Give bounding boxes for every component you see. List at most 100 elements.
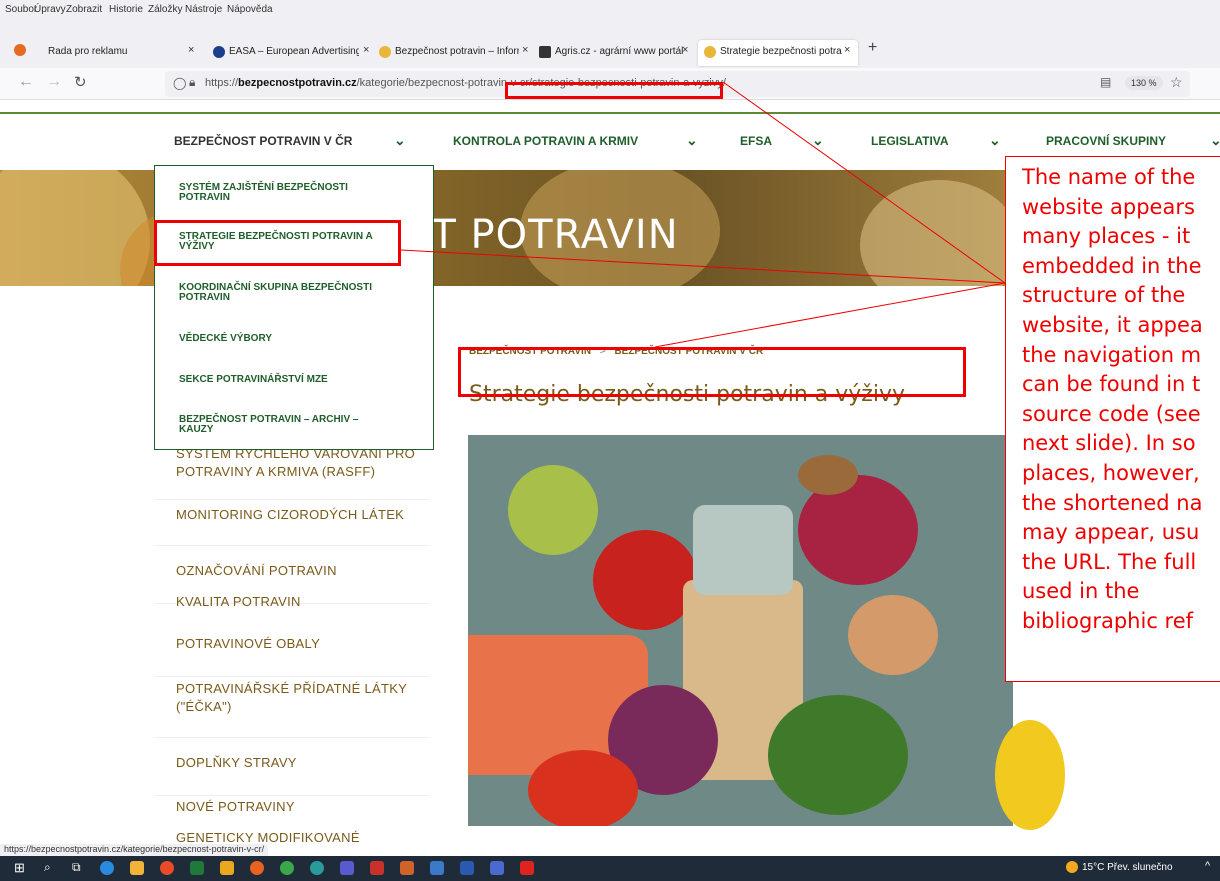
- nav-efsa[interactable]: EFSA: [740, 134, 772, 148]
- sidebar-item-nove-potraviny[interactable]: NOVÉ POTRAVINY: [154, 798, 430, 826]
- chrome-icon[interactable]: [280, 861, 294, 875]
- main-content: BEZPEČNOST POTRAVIN > BEZPEČNOST POTRAVI…: [453, 322, 1013, 826]
- dropdown-item-sekce-potravinarstvi[interactable]: SEKCE POTRAVINÁŘSTVÍ MZE: [155, 375, 433, 385]
- lemon-shape: [995, 720, 1065, 830]
- firefox-icon[interactable]: [14, 44, 26, 56]
- menu-nastroje[interactable]: Nástroje: [185, 4, 222, 15]
- chevron-down-icon[interactable]: ⌄: [812, 132, 824, 149]
- annotation-box-menu-item: [154, 220, 401, 266]
- dropdown-item-system-zajisteni[interactable]: SYSTÉM ZAJIŠTĚNÍ BEZPEČNOSTI POTRAVIN: [155, 183, 433, 203]
- close-icon[interactable]: ×: [363, 44, 369, 56]
- chevron-down-icon[interactable]: ⌄: [394, 132, 406, 149]
- windows-taskbar: ⊞ ⌕ ⧉ 15°C Přev. slunečno ^: [0, 856, 1220, 881]
- chevron-down-icon[interactable]: ⌄: [1210, 132, 1220, 149]
- callout-line: many places - it: [1022, 224, 1191, 249]
- callout-line: can be found in t: [1022, 372, 1201, 397]
- search-icon[interactable]: ⌕: [44, 860, 51, 875]
- dropdown-item-vedecke-vybory[interactable]: VĚDECKÉ VÝBORY: [155, 334, 433, 344]
- dropdown-item-archiv-kauzy[interactable]: BEZPEČNOST POTRAVIN – ARCHIV – KAUZY: [155, 415, 433, 435]
- reload-icon[interactable]: ↻: [74, 73, 87, 91]
- windows-start-icon[interactable]: ⊞: [14, 860, 25, 876]
- tab-strategie-active[interactable]: Strategie bezpečnosti potravin a ×: [698, 40, 858, 66]
- dropdown-item-label: VĚDECKÉ VÝBORY: [179, 333, 272, 344]
- callout-line: places, however,: [1022, 460, 1200, 485]
- sidebar-item-geneticky-modifikovane[interactable]: GENETICKY MODIFIKOVANÉ: [154, 829, 430, 845]
- nav-bezpecnost-potravin-v-cr[interactable]: BEZPEČNOST POTRAVIN V ČR: [174, 134, 352, 148]
- teams-icon[interactable]: [340, 861, 354, 875]
- dropdown-item-label: POTRAVIN: [179, 192, 230, 203]
- folder-icon[interactable]: [220, 861, 234, 875]
- opera-icon[interactable]: [160, 861, 174, 875]
- close-icon[interactable]: ×: [522, 44, 528, 56]
- task-view-icon[interactable]: ⧉: [72, 860, 81, 875]
- close-icon[interactable]: ×: [844, 44, 850, 56]
- tab-easa[interactable]: EASA – European Advertising St ×: [205, 40, 375, 66]
- menu-soubor[interactable]: Soubor: [5, 4, 37, 15]
- chevron-down-icon[interactable]: ⌄: [686, 132, 698, 149]
- chevron-down-icon[interactable]: ⌄: [989, 132, 1001, 149]
- tab-bezpecnost-potravin-informa[interactable]: Bezpečnost potravin – Informa ×: [375, 40, 535, 66]
- sidebar-item-doplnky-stravy[interactable]: DOPLŇKY STRAVY: [154, 754, 430, 796]
- menu-zobrazit[interactable]: Zobrazit: [66, 4, 102, 15]
- annotation-box-page-title: [458, 347, 966, 397]
- tab-rada-pro-reklamu[interactable]: Rada pro reklamu ×: [40, 40, 200, 66]
- menu-zalozky[interactable]: Záložky: [148, 4, 182, 15]
- nav-legislativa[interactable]: LEGISLATIVA: [871, 134, 949, 148]
- nav-kontrola-potravin[interactable]: KONTROLA POTRAVIN A KRMIV: [453, 134, 638, 148]
- app-blue-icon[interactable]: [430, 861, 444, 875]
- reader-view-icon[interactable]: ▤: [1100, 75, 1111, 89]
- back-icon[interactable]: ←: [18, 73, 34, 91]
- chrome-alt-icon[interactable]: [310, 861, 324, 875]
- forward-icon[interactable]: →: [46, 73, 62, 91]
- menu-historie[interactable]: Historie: [109, 4, 143, 15]
- sidebar-item-label: POTRAVINÁŘSKÉ PŘÍDATNÉ LÁTKY: [176, 681, 408, 696]
- annotation-callout: The name of the website appears many pla…: [1005, 156, 1220, 682]
- language-icon[interactable]: [490, 861, 504, 875]
- new-tab-icon[interactable]: +: [868, 39, 877, 57]
- sidebar-item-rasff[interactable]: SYSTÉM RYCHLÉHO VAROVÁNÍ PRO POTRAVINY A…: [154, 445, 430, 500]
- dropdown-item-label: BEZPEČNOST POTRAVIN – ARCHIV –: [179, 414, 359, 425]
- sidebar-item-potravinove-obaly[interactable]: POTRAVINOVÉ OBALY: [154, 635, 430, 677]
- file-explorer-icon[interactable]: [130, 861, 144, 875]
- word-icon[interactable]: [460, 861, 474, 875]
- sidebar-item-monitoring[interactable]: MONITORING CIZORODÝCH LÁTEK: [154, 504, 430, 546]
- excel-icon[interactable]: [190, 861, 204, 875]
- callout-line: next slide). In so: [1022, 431, 1196, 456]
- sidebar-item-label: KVALITA POTRAVIN: [176, 594, 301, 609]
- callout-line: the shortened na: [1022, 490, 1203, 515]
- tab-agris[interactable]: Agris.cz - agrární www portál ×: [535, 40, 695, 66]
- dropdown-item-koordinacni-skupina[interactable]: KOORDINAČNÍ SKUPINA BEZPEČNOSTI POTRAVIN: [155, 283, 433, 303]
- agris-icon: [539, 46, 551, 58]
- sidebar-item-pridatne-latky[interactable]: POTRAVINÁŘSKÉ PŘÍDATNÉ LÁTKY ("ÉČKA"): [154, 680, 430, 738]
- tab-label: EASA – European Advertising St: [229, 46, 359, 57]
- app-orange-icon[interactable]: [400, 861, 414, 875]
- url-host: bezpecnostpotravin.cz: [238, 77, 357, 89]
- nav-pracovni-skupiny[interactable]: PRACOVNÍ SKUPINY: [1046, 134, 1166, 148]
- lock-icon[interactable]: 🔒︎: [189, 75, 195, 90]
- green-shape: [508, 465, 598, 555]
- sidebar-item-kvalita[interactable]: KVALITA POTRAVIN: [154, 593, 430, 635]
- sidebar-item-label: ("ÉČKA"): [176, 699, 232, 714]
- jar-shape: [693, 505, 793, 595]
- menu-napoveda[interactable]: Nápověda: [227, 4, 273, 15]
- ie-icon: [213, 46, 225, 58]
- url-scheme: https://: [205, 77, 239, 89]
- app-red-icon[interactable]: [370, 861, 384, 875]
- menu-upravy[interactable]: Úpravy: [34, 4, 66, 15]
- edge-icon[interactable]: [100, 861, 114, 875]
- weather-widget[interactable]: 15°C Přev. slunečno: [1082, 862, 1173, 873]
- tomato-shape: [528, 750, 638, 826]
- nav-dropdown-menu: SYSTÉM ZAJIŠTĚNÍ BEZPEČNOSTI POTRAVIN ST…: [154, 165, 434, 450]
- shield-icon[interactable]: ◯: [173, 76, 186, 90]
- bookmark-star-icon[interactable]: ☆: [1170, 74, 1183, 91]
- acrobat-icon[interactable]: [520, 861, 534, 875]
- leaf-icon: [704, 46, 716, 58]
- sidebar-menu: SYSTÉM RYCHLÉHO VAROVÁNÍ PRO POTRAVINY A…: [154, 436, 430, 826]
- hero-title: ST POTRAVIN: [405, 212, 679, 258]
- close-icon[interactable]: ×: [682, 44, 688, 56]
- firefox-taskbar-icon[interactable]: [250, 861, 264, 875]
- callout-line: the URL. The full: [1022, 549, 1197, 574]
- close-icon[interactable]: ×: [188, 44, 194, 56]
- zoom-level[interactable]: 130 %: [1125, 76, 1163, 90]
- chevron-up-icon[interactable]: ^: [1205, 860, 1210, 872]
